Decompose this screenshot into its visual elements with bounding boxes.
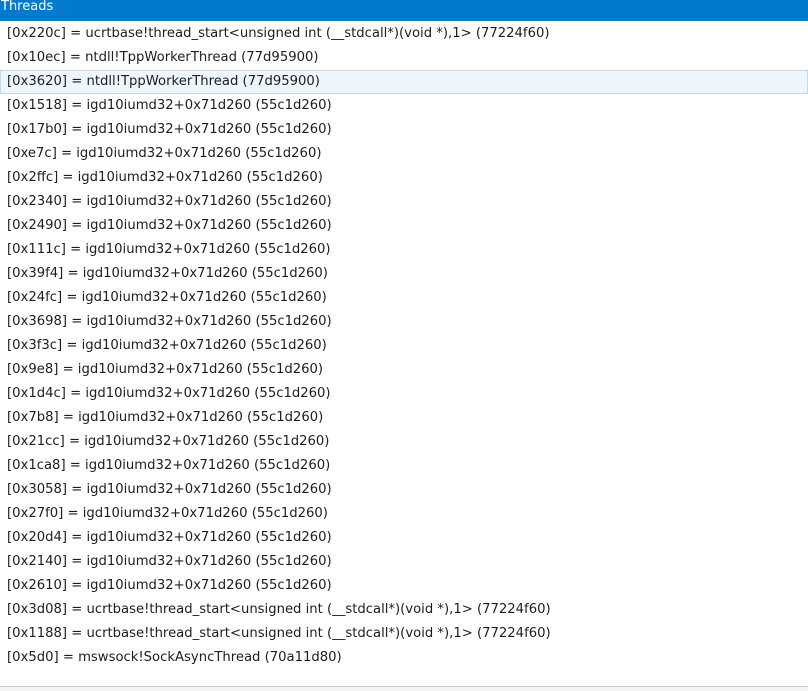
thread-row[interactable]: [0x3d08] = ucrtbase!thread_start<unsigne… <box>0 598 808 622</box>
thread-row[interactable]: [0x39f4] = igd10iumd32+0x71d260 (55c1d26… <box>0 262 808 286</box>
thread-row[interactable]: [0x17b0] = igd10iumd32+0x71d260 (55c1d26… <box>0 118 808 142</box>
thread-row[interactable]: [0x1188] = ucrtbase!thread_start<unsigne… <box>0 622 808 646</box>
thread-row[interactable]: [0x24fc] = igd10iumd32+0x71d260 (55c1d26… <box>0 286 808 310</box>
thread-row[interactable]: [0x1d4c] = igd10iumd32+0x71d260 (55c1d26… <box>0 382 808 406</box>
thread-row[interactable]: [0x21cc] = igd10iumd32+0x71d260 (55c1d26… <box>0 430 808 454</box>
thread-row[interactable]: [0x9e8] = igd10iumd32+0x71d260 (55c1d260… <box>0 358 808 382</box>
thread-row[interactable]: [0xe7c] = igd10iumd32+0x71d260 (55c1d260… <box>0 142 808 166</box>
thread-row[interactable]: [0x2140] = igd10iumd32+0x71d260 (55c1d26… <box>0 550 808 574</box>
thread-row[interactable]: [0x3f3c] = igd10iumd32+0x71d260 (55c1d26… <box>0 334 808 358</box>
thread-row[interactable]: [0x5d0] = mswsock!SockAsyncThread (70a11… <box>0 646 808 670</box>
thread-row[interactable]: [0x2610] = igd10iumd32+0x71d260 (55c1d26… <box>0 574 808 598</box>
thread-row[interactable]: [0x3698] = igd10iumd32+0x71d260 (55c1d26… <box>0 310 808 334</box>
threads-panel-title: Threads <box>0 0 808 21</box>
thread-row[interactable]: [0x2ffc] = igd10iumd32+0x71d260 (55c1d26… <box>0 166 808 190</box>
panel-bottom-strip <box>0 687 808 691</box>
thread-row[interactable]: [0x220c] = ucrtbase!thread_start<unsigne… <box>0 22 808 46</box>
thread-row[interactable]: [0x20d4] = igd10iumd32+0x71d260 (55c1d26… <box>0 526 808 550</box>
thread-row[interactable]: [0x111c] = igd10iumd32+0x71d260 (55c1d26… <box>0 238 808 262</box>
thread-row[interactable]: [0x2490] = igd10iumd32+0x71d260 (55c1d26… <box>0 214 808 238</box>
thread-row[interactable]: [0x7b8] = igd10iumd32+0x71d260 (55c1d260… <box>0 406 808 430</box>
thread-row[interactable]: [0x1518] = igd10iumd32+0x71d260 (55c1d26… <box>0 94 808 118</box>
thread-row[interactable]: [0x27f0] = igd10iumd32+0x71d260 (55c1d26… <box>0 502 808 526</box>
thread-row[interactable]: [0x2340] = igd10iumd32+0x71d260 (55c1d26… <box>0 190 808 214</box>
thread-list[interactable]: [0x220c] = ucrtbase!thread_start<unsigne… <box>0 22 808 684</box>
thread-row[interactable]: [0x10ec] = ntdll!TppWorkerThread (77d959… <box>0 46 808 70</box>
thread-row-selected[interactable]: [0x3620] = ntdll!TppWorkerThread (77d959… <box>0 70 808 94</box>
threads-window: Threads [0x220c] = ucrtbase!thread_start… <box>0 0 808 691</box>
thread-row[interactable]: [0x1ca8] = igd10iumd32+0x71d260 (55c1d26… <box>0 454 808 478</box>
thread-row[interactable]: [0x3058] = igd10iumd32+0x71d260 (55c1d26… <box>0 478 808 502</box>
